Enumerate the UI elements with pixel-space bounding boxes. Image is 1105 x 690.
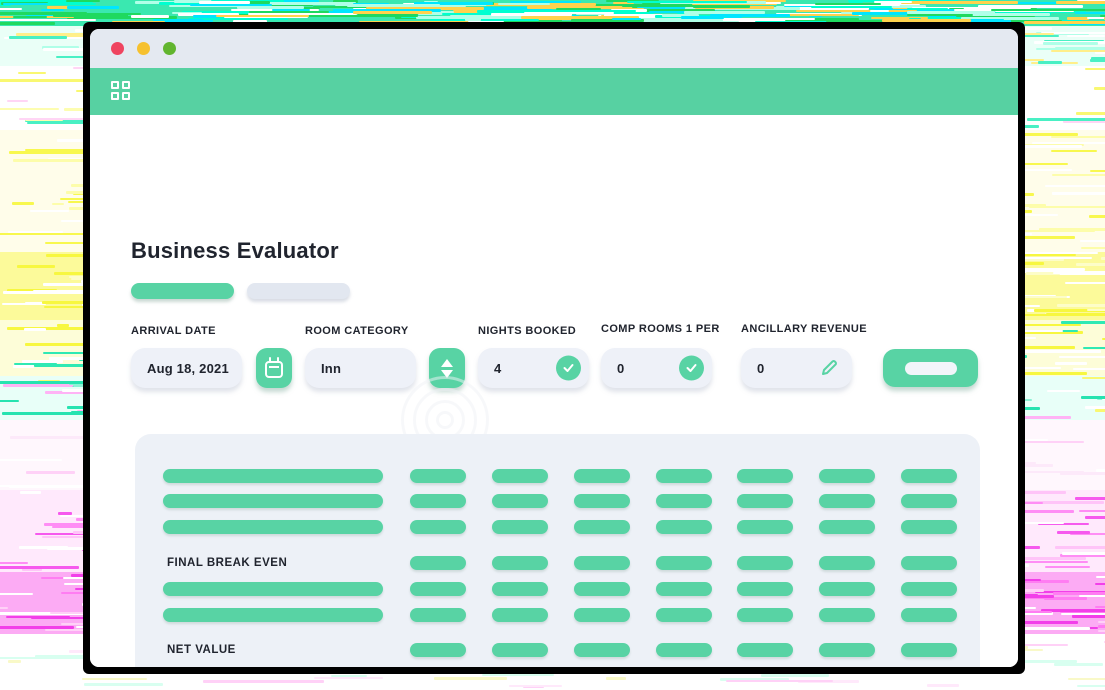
tab-active-pill[interactable] [131,283,234,299]
evaluate-button[interactable] [883,349,978,387]
ancillary-revenue-label: ANCILLARY REVENUE [741,323,867,335]
ancillary-revenue-value: 0 [757,360,765,376]
table-cell-bar [737,643,793,657]
table-row-title-bar [163,520,383,534]
table-row-label: NET VALUE [167,644,236,656]
results-table: FINAL BREAK EVEN NET VALUE [135,434,980,667]
table-cell-bar [819,556,875,570]
table-cell-bar [737,582,793,596]
room-category-label: ROOM CATEGORY [305,325,409,337]
room-category-value: Inn [321,360,342,376]
table-cell-bar [901,494,957,508]
table-cell-bar [901,582,957,596]
table-cell-bar [492,494,548,508]
table-cell-bar [492,582,548,596]
table-cell-bar [901,520,957,534]
table-cell-bar [819,494,875,508]
table-cell-bar [656,469,712,483]
table-cell-bar [656,608,712,622]
table-cell-bar [410,643,466,657]
table-cell-bar [819,582,875,596]
zoom-window-button[interactable] [163,42,176,55]
pencil-icon[interactable] [819,358,839,378]
table-cell-bar [901,469,957,483]
table-row-title-bar [163,608,383,622]
table-cell-bar [656,556,712,570]
table-row-title-bar [163,582,383,596]
table-cell-bar [492,469,548,483]
minimize-window-button[interactable] [137,42,150,55]
table-cell-bar [492,643,548,657]
table-cell-bar [492,556,548,570]
table-cell-bar [819,608,875,622]
table-cell-bar [656,520,712,534]
table-cell-bar [737,520,793,534]
app-navbar [90,68,1018,115]
main-content: Business Evaluator ARRIVAL DATE Aug 18, … [90,115,1018,667]
arrival-date-label: ARRIVAL DATE [131,325,216,337]
nights-booked-label: NIGHTS BOOKED [478,325,577,337]
table-row-label: FINAL BREAK EVEN [167,557,288,569]
table-cell-bar [819,520,875,534]
calendar-icon [265,357,283,378]
comp-rooms-label: COMP ROOMS 1 PER [601,323,720,335]
window-titlebar [90,29,1018,68]
table-cell-bar [656,582,712,596]
table-cell-bar [901,556,957,570]
window-frame: Business Evaluator ARRIVAL DATE Aug 18, … [83,22,1025,674]
grid-menu-icon[interactable] [111,81,132,102]
page-title: Business Evaluator [131,238,339,263]
table-cell-bar [819,469,875,483]
table-row-title-bar [163,469,383,483]
table-cell-bar [819,643,875,657]
button-label-placeholder [904,361,957,375]
table-cell-bar [574,494,630,508]
table-cell-bar [574,520,630,534]
table-cell-bar [410,494,466,508]
table-cell-bar [574,582,630,596]
table-cell-bar [492,608,548,622]
table-cell-bar [574,556,630,570]
table-cell-bar [737,494,793,508]
calendar-button[interactable] [256,348,292,388]
table-cell-bar [901,643,957,657]
tab-inactive-pill[interactable] [247,283,350,299]
table-cell-bar [901,608,957,622]
nights-booked-value: 4 [494,360,502,376]
app-window: Business Evaluator ARRIVAL DATE Aug 18, … [90,29,1018,667]
table-cell-bar [737,469,793,483]
table-cell-bar [737,556,793,570]
table-cell-bar [737,608,793,622]
comp-rooms-value: 0 [617,360,625,376]
ancillary-revenue-input[interactable]: 0 [741,348,852,388]
arrival-date-input[interactable]: Aug 18, 2021 [131,348,242,388]
arrival-date-value: Aug 18, 2021 [147,360,229,376]
table-cell-bar [410,582,466,596]
table-cell-bar [574,608,630,622]
close-window-button[interactable] [111,42,124,55]
table-cell-bar [656,494,712,508]
table-row-title-bar [163,494,383,508]
table-cell-bar [410,520,466,534]
table-cell-bar [574,469,630,483]
table-cell-bar [656,643,712,657]
table-cell-bar [410,556,466,570]
table-cell-bar [492,520,548,534]
table-cell-bar [410,469,466,483]
comp-rooms-input[interactable]: 0 [601,348,712,388]
table-cell-bar [410,608,466,622]
check-icon [556,355,581,381]
check-icon [679,355,704,381]
table-cell-bar [574,643,630,657]
